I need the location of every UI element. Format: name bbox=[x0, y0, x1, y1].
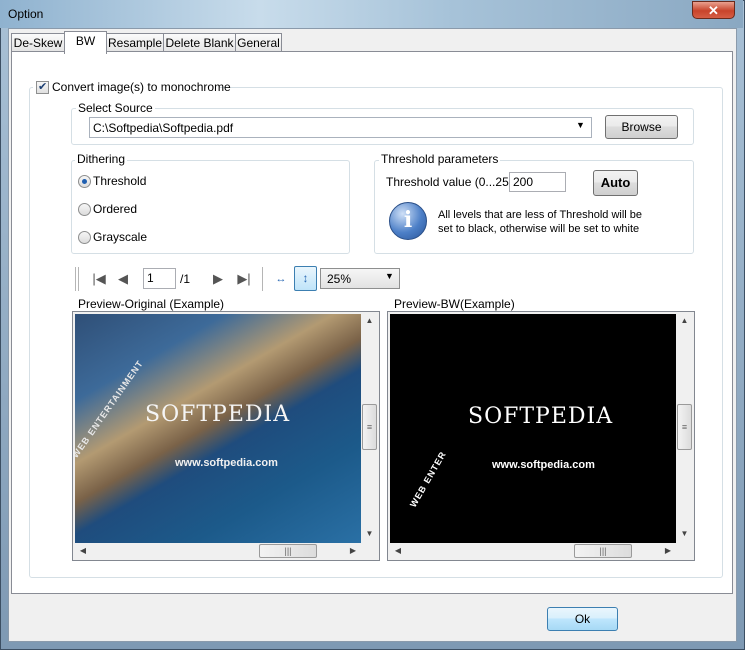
original-image: SOFTPEDIA www.softpedia.com WEB ENTERTAI… bbox=[75, 314, 361, 543]
scroll-left-icon[interactable]: ◀ bbox=[77, 546, 89, 555]
source-value: C:\Softpedia\Softpedia.pdf bbox=[93, 121, 234, 135]
radio-threshold-label[interactable]: Threshold bbox=[93, 174, 146, 188]
ok-button[interactable]: Ok bbox=[547, 607, 618, 631]
threshold-value-input[interactable]: 200 bbox=[509, 172, 566, 192]
scroll-down-icon[interactable]: ▼ bbox=[676, 529, 693, 538]
scroll-right-icon[interactable]: ▶ bbox=[347, 546, 359, 555]
close-button[interactable]: ✕ bbox=[692, 1, 735, 19]
next-page-icon[interactable]: ▶ bbox=[211, 270, 225, 288]
image-brand-text: SOFTPEDIA bbox=[145, 402, 291, 427]
preview-original-label: Preview-Original (Example) bbox=[78, 297, 225, 311]
info-icon: i bbox=[389, 202, 427, 240]
scroll-right-icon[interactable]: ▶ bbox=[662, 546, 674, 555]
threshold-params-label: Threshold parameters bbox=[379, 152, 501, 166]
preview-original-pane: SOFTPEDIA www.softpedia.com WEB ENTERTAI… bbox=[72, 311, 380, 561]
horizontal-scrollbar[interactable]: ◀ ||| ▶ bbox=[390, 543, 676, 559]
bw-image: SOFTPEDIA www.softpedia.com WEB ENTER bbox=[390, 314, 676, 543]
image-brand-text: SOFTPEDIA bbox=[468, 404, 614, 429]
scroll-thumb[interactable]: ≡ bbox=[677, 404, 692, 450]
toolbar-separator bbox=[75, 267, 76, 291]
radio-ordered[interactable] bbox=[78, 203, 91, 216]
last-page-icon[interactable]: ▶| bbox=[234, 270, 254, 288]
vertical-scrollbar[interactable]: ▲ ≡ ▼ bbox=[676, 314, 693, 543]
tab-de-skew[interactable]: De-Skew bbox=[11, 33, 65, 52]
tab-delete-blank[interactable]: Delete Blank bbox=[163, 33, 236, 52]
preview-bw-pane: SOFTPEDIA www.softpedia.com WEB ENTER ▲ … bbox=[387, 311, 695, 561]
horizontal-scrollbar[interactable]: ◀ ||| ▶ bbox=[75, 543, 361, 559]
zoom-value: 25% bbox=[327, 272, 352, 286]
radio-threshold[interactable] bbox=[78, 175, 91, 188]
info-text-line-1: All levels that are less of Threshold wi… bbox=[438, 209, 643, 221]
scroll-thumb[interactable]: ||| bbox=[574, 544, 632, 558]
convert-label[interactable]: Convert image(s) to monochrome bbox=[52, 80, 231, 94]
scroll-thumb[interactable]: ≡ bbox=[362, 404, 377, 450]
auto-button[interactable]: Auto bbox=[593, 170, 638, 196]
scroll-down-icon[interactable]: ▼ bbox=[361, 529, 378, 538]
chevron-down-icon[interactable]: ▼ bbox=[576, 120, 585, 130]
vertical-scrollbar[interactable]: ▲ ≡ ▼ bbox=[361, 314, 378, 543]
scroll-thumb[interactable]: ||| bbox=[259, 544, 317, 558]
radio-ordered-label[interactable]: Ordered bbox=[93, 202, 137, 216]
preview-bw-label: Preview-BW(Example) bbox=[394, 297, 515, 311]
dithering-label: Dithering bbox=[75, 152, 128, 166]
window-title: Option bbox=[8, 7, 44, 21]
image-side-text: WEB ENTER bbox=[408, 449, 449, 509]
page-total: /1 bbox=[180, 272, 191, 286]
image-side-text: WEB ENTERTAINMENT bbox=[75, 358, 146, 460]
threshold-value-label: Threshold value (0...255) bbox=[386, 175, 520, 189]
first-page-icon[interactable]: |◀ bbox=[90, 270, 108, 288]
title-bar[interactable] bbox=[0, 0, 743, 28]
toolbar-separator bbox=[78, 267, 79, 291]
info-text-line-2: set to black, otherwise will be set to w… bbox=[438, 223, 640, 235]
dialog-footer bbox=[9, 594, 736, 641]
convert-checkbox[interactable] bbox=[36, 80, 49, 94]
scroll-up-icon[interactable]: ▲ bbox=[676, 316, 693, 325]
image-url-text: www.softpedia.com bbox=[492, 459, 595, 471]
tab-general[interactable]: General bbox=[235, 33, 282, 52]
fit-height-icon[interactable]: ↕ bbox=[294, 266, 317, 291]
fit-width-icon[interactable]: ↔ bbox=[271, 270, 291, 288]
previous-page-icon[interactable]: ◀ bbox=[116, 270, 130, 288]
browse-button[interactable]: Browse bbox=[605, 115, 678, 139]
radio-grayscale-label[interactable]: Grayscale bbox=[93, 230, 147, 244]
tab-bw[interactable]: BW bbox=[64, 31, 107, 54]
chevron-down-icon[interactable]: ▼ bbox=[385, 271, 394, 281]
toolbar-separator bbox=[262, 267, 263, 291]
image-url-text: www.softpedia.com bbox=[175, 457, 278, 469]
radio-grayscale[interactable] bbox=[78, 231, 91, 244]
page-number-input[interactable]: 1 bbox=[143, 268, 176, 289]
zoom-combo[interactable]: 25% ▼ bbox=[320, 268, 400, 289]
tab-resample[interactable]: Resample bbox=[106, 33, 164, 52]
scroll-left-icon[interactable]: ◀ bbox=[392, 546, 404, 555]
source-combo[interactable]: C:\Softpedia\Softpedia.pdf ▼ bbox=[89, 117, 592, 138]
scroll-up-icon[interactable]: ▲ bbox=[361, 316, 378, 325]
select-source-label: Select Source bbox=[76, 101, 155, 115]
